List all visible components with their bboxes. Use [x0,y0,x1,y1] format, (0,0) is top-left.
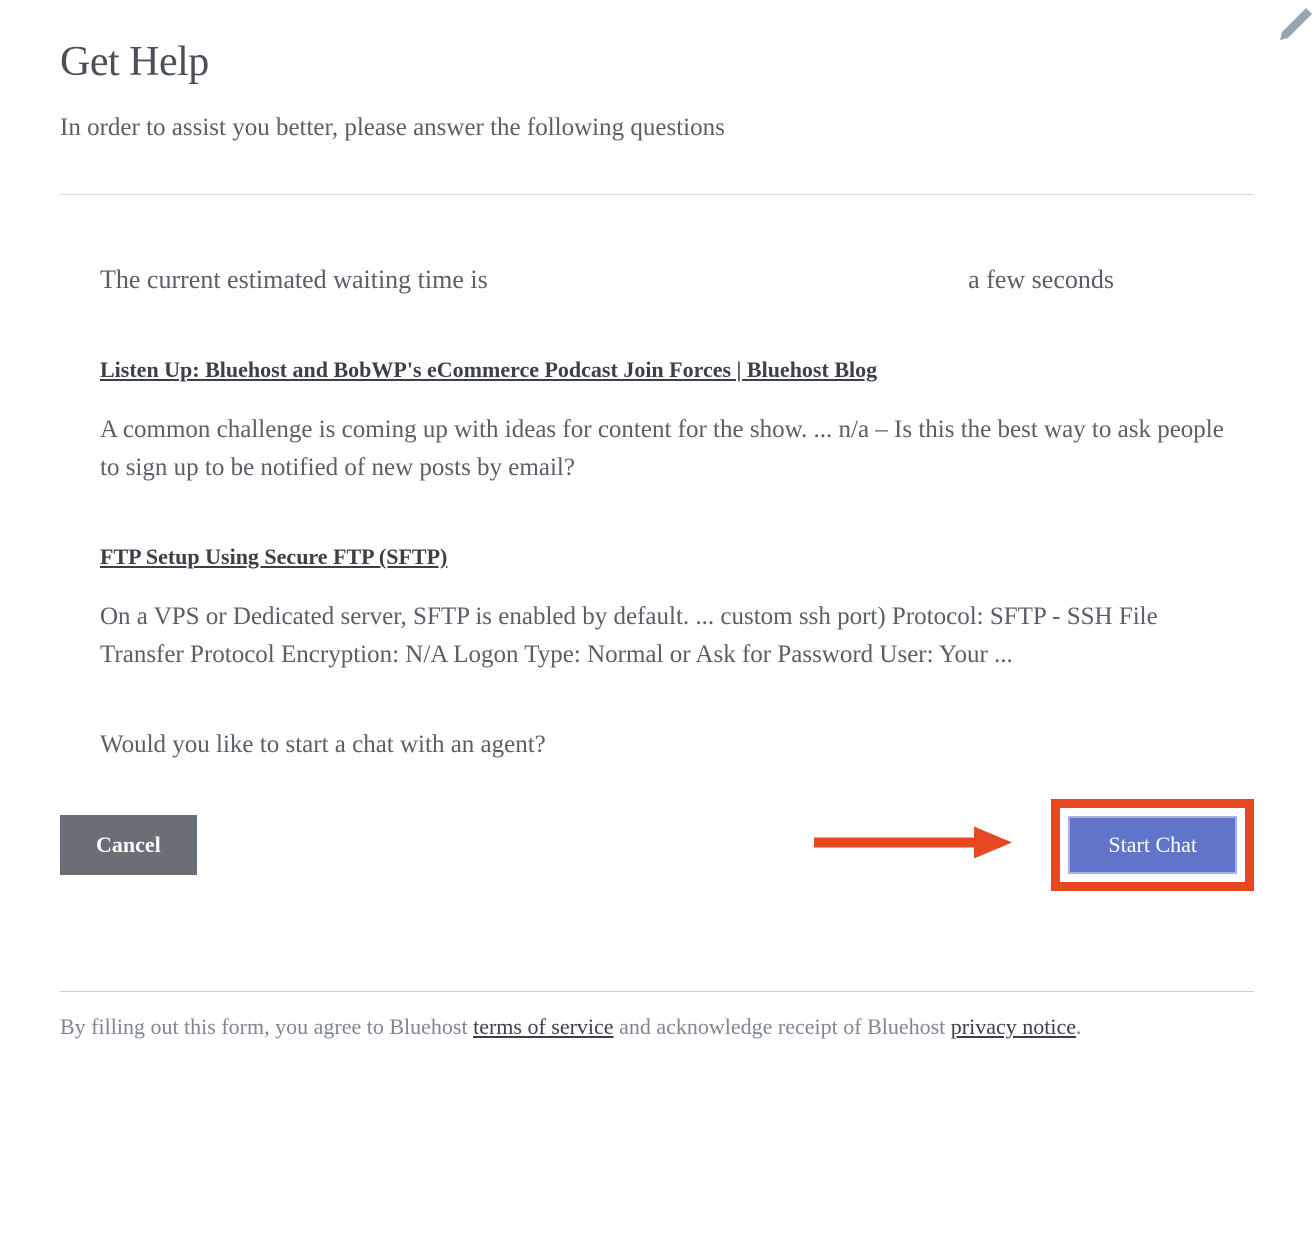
start-chat-prompt: Would you like to start a chat with an a… [100,731,1244,759]
footer-suffix: . [1076,1014,1082,1039]
article-desc-2: On a VPS or Dedicated server, SFTP is en… [100,598,1244,673]
annotation-highlight-box: Start Chat [1051,799,1254,891]
page-subtitle: In order to assist you better, please an… [60,114,1254,142]
wait-time-row: The current estimated waiting time is a … [100,265,1244,295]
article-link-1[interactable]: Listen Up: Bluehost and BobWP's eCommerc… [100,357,877,383]
page-title: Get Help [60,38,1254,86]
privacy-notice-link[interactable]: privacy notice [951,1014,1076,1039]
wait-value: a few seconds [968,265,1114,295]
footer-middle: and acknowledge receipt of Bluehost [614,1014,951,1039]
divider-top [60,194,1254,195]
suggested-article: Listen Up: Bluehost and BobWP's eCommerc… [100,357,1244,486]
article-link-2[interactable]: FTP Setup Using Secure FTP (SFTP) [100,544,447,570]
divider-bottom [60,991,1254,992]
terms-of-service-link[interactable]: terms of service [473,1014,614,1039]
cancel-button[interactable]: Cancel [60,815,197,875]
footer-prefix: By filling out this form, you agree to B… [60,1014,473,1039]
article-desc-1: A common challenge is coming up with ide… [100,411,1244,486]
button-row: Cancel Start Chat [60,799,1254,891]
start-chat-button[interactable]: Start Chat [1068,816,1237,874]
edit-corner-icon [1274,0,1314,40]
annotation-arrow-icon [814,823,1014,868]
footer-agreement: By filling out this form, you agree to B… [60,1010,1254,1043]
wait-label: The current estimated waiting time is [100,265,488,295]
suggested-article: FTP Setup Using Secure FTP (SFTP) On a V… [100,544,1244,673]
